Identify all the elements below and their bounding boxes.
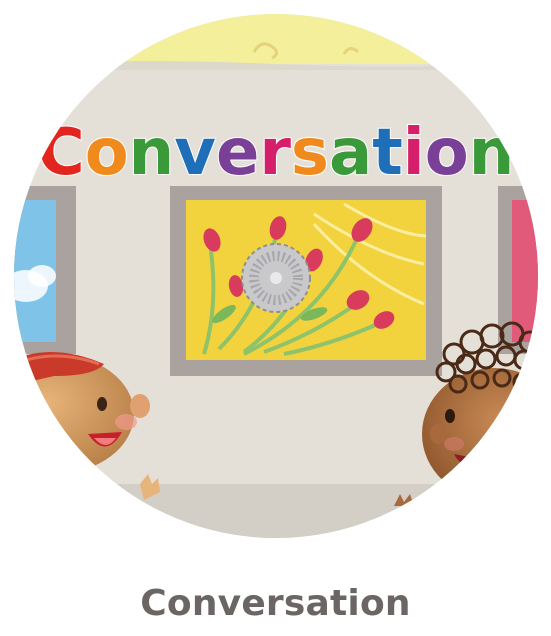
banner-letter: n xyxy=(469,116,515,190)
banner-letter: o xyxy=(85,116,129,190)
banner-letter: s xyxy=(291,116,329,190)
banner-letter: i xyxy=(403,116,425,190)
lesson-card[interactable]: Conversation Conversation xyxy=(0,0,551,636)
center-painting xyxy=(170,186,442,376)
banner-letter: o xyxy=(425,116,469,190)
left-painting xyxy=(14,186,76,354)
banner-letter: a xyxy=(329,116,372,190)
banner-letter: e xyxy=(216,116,259,190)
banner-title: Conversation xyxy=(38,116,515,190)
lesson-caption[interactable]: Conversation xyxy=(0,582,551,626)
banner-letter: r xyxy=(259,116,291,190)
illustration-svg: Conversation xyxy=(14,14,538,538)
banner-letter: t xyxy=(372,116,403,190)
banner-letter: C xyxy=(38,116,85,190)
banner-letter: v xyxy=(174,116,216,190)
floor xyxy=(14,484,538,538)
conversation-illustration[interactable]: Conversation xyxy=(14,14,538,538)
banner-letter: n xyxy=(129,116,175,190)
